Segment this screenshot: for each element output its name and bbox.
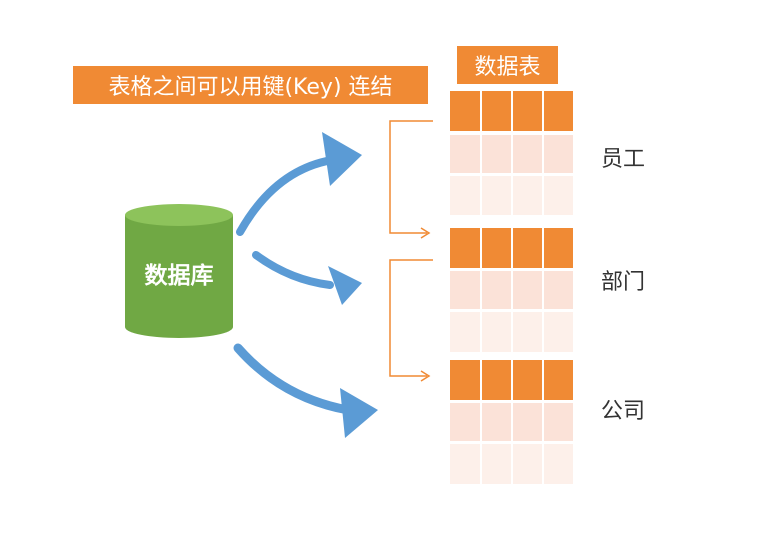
table-company [450,360,573,484]
arrow-to-department-icon [252,251,362,305]
arrow-to-employee-icon [236,132,362,236]
key-connector-2 [389,259,433,382]
table-name-employee: 员工 [601,147,646,172]
arrow-to-company-icon [233,343,378,438]
diagram-canvas: 数据库 [125,91,573,484]
table-employee [450,91,573,215]
table-name-company: 公司 [601,399,646,424]
database-icon: 数据库 [125,204,233,338]
key-connector-1 [389,120,433,239]
table-name-department: 部门 [601,270,646,295]
table-department [450,228,573,352]
database-label: 数据库 [145,263,214,289]
